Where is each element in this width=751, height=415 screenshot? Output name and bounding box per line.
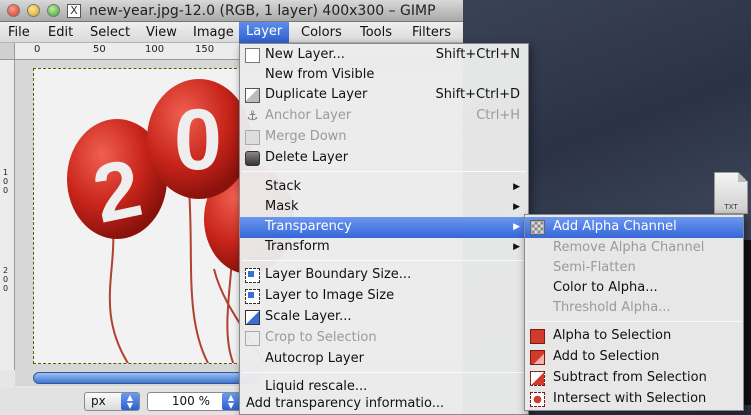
minimize-window-icon[interactable] <box>27 4 40 17</box>
ruler-tick-label: 1 0 0 <box>3 168 9 195</box>
submenu-arrow-icon: ▶ <box>513 242 520 252</box>
menu-item-subtract-from-selection[interactable]: Subtract from Selection <box>525 368 743 389</box>
menu-item-remove-alpha-channel: Remove Alpha Channel <box>553 240 705 255</box>
submenu-arrow-icon: ▶ <box>513 182 520 192</box>
menu-item-semi-flatten: Semi-Flatten <box>553 260 636 275</box>
menu-image[interactable]: Image <box>192 24 235 42</box>
unit-dropdown-icon[interactable]: ▲ ▼ <box>121 393 139 410</box>
scrollbar-thumb[interactable] <box>33 372 258 384</box>
menubar: File Edit Select View Image Layer Colors… <box>0 22 463 43</box>
menu-item-anchor-layer: ⚓ Anchor Layer Ctrl+H <box>246 108 520 124</box>
merge-down-icon <box>245 130 260 145</box>
balloon-digit-0: 0 <box>174 92 222 188</box>
window-titlebar[interactable]: X new-year.jpg-12.0 (RGB, 1 layer) 400x3… <box>0 0 463 22</box>
menu-item-add-to-selection[interactable]: Add to Selection <box>525 347 743 368</box>
menu-item-merge-down: Merge Down <box>240 127 528 148</box>
menu-item-new-from-visible[interactable]: New from Visible <box>240 65 528 86</box>
vertical-ruler[interactable]: 1 0 0 2 0 0 <box>0 60 15 370</box>
menu-item-scale-layer[interactable]: Scale Layer... <box>240 307 528 328</box>
menu-filters[interactable]: Filters <box>411 24 452 42</box>
x11-icon: X <box>67 4 81 18</box>
menu-item-crop-to-selection: Crop to Selection <box>240 328 528 349</box>
intersect-selection-icon <box>530 392 545 407</box>
desktop-dark-strip <box>744 240 751 405</box>
submenu-arrow-icon: ▶ <box>513 222 520 232</box>
menu-colors[interactable]: Colors <box>300 24 343 42</box>
menu-tools[interactable]: Tools <box>359 24 393 42</box>
menu-item-delete-layer[interactable]: Delete Layer <box>240 148 528 169</box>
menu-select[interactable]: Select <box>89 24 131 42</box>
zoom-dropdown-icon[interactable]: ▲ ▼ <box>222 393 240 410</box>
menu-item-autocrop-layer[interactable]: Autocrop Layer <box>240 349 528 370</box>
menu-separator <box>242 171 526 172</box>
transparency-submenu: Add Alpha Channel Remove Alpha Channel S… <box>524 214 744 411</box>
menu-item-color-to-alpha[interactable]: Color to Alpha... <box>525 278 743 299</box>
menu-item-transparency[interactable]: Transparency ▶ <box>240 217 528 238</box>
menu-item-mask[interactable]: Mask ▶ <box>240 197 528 218</box>
layer-menu-dropdown: New Layer... Shift+Ctrl+N New from Visib… <box>239 43 529 415</box>
desktop-text-file-icon[interactable]: TXT <box>714 172 748 214</box>
ruler-tick-label: 2 0 0 <box>3 266 9 293</box>
menu-separator <box>527 321 741 322</box>
subtract-selection-icon <box>530 371 545 386</box>
crop-icon <box>245 331 260 346</box>
window-title: new-year.jpg-12.0 (RGB, 1 layer) 400x300… <box>89 3 436 19</box>
menu-item-add-alpha-channel[interactable]: Add Alpha Channel <box>525 217 743 238</box>
status-message: Add transparency informatio... <box>246 396 445 411</box>
menu-layer[interactable]: Layer <box>239 22 290 43</box>
menu-separator <box>242 260 526 261</box>
menu-item-transform[interactable]: Transform ▶ <box>240 237 528 258</box>
menu-separator <box>242 372 526 373</box>
zoom-window-icon[interactable] <box>47 4 60 17</box>
new-layer-icon <box>245 48 260 63</box>
layer-to-image-icon <box>245 289 260 304</box>
ruler-tick-label: 50 <box>93 44 106 55</box>
menu-item-intersect-with-selection[interactable]: Intersect with Selection <box>525 389 743 410</box>
trash-icon <box>245 151 260 166</box>
ruler-tick-label: 0 <box>34 44 41 55</box>
ruler-corner[interactable] <box>0 43 15 60</box>
add-to-selection-icon <box>530 350 545 365</box>
menu-item-stack[interactable]: Stack ▶ <box>240 177 528 198</box>
submenu-arrow-icon: ▶ <box>513 202 520 212</box>
menu-item-threshold-alpha: Threshold Alpha... <box>553 300 671 315</box>
menu-item-layer-to-image-size[interactable]: Layer to Image Size <box>240 286 528 307</box>
menu-edit[interactable]: Edit <box>47 24 74 42</box>
close-window-icon[interactable] <box>7 4 20 17</box>
zoom-select[interactable]: 100 % ▲ ▼ <box>147 392 241 411</box>
menu-view[interactable]: View <box>145 24 178 42</box>
alpha-checker-icon <box>530 220 545 235</box>
desktop-file-type-label: TXT <box>724 203 738 211</box>
menu-file[interactable]: File <box>7 24 31 42</box>
unit-value: px <box>91 394 106 408</box>
menu-item-layer-boundary-size[interactable]: Layer Boundary Size... <box>240 265 528 286</box>
unit-select[interactable]: px ▲ ▼ <box>84 392 140 411</box>
menu-item-duplicate-layer[interactable]: Duplicate Layer Shift+Ctrl+D <box>240 85 528 106</box>
layer-boundary-icon <box>245 268 260 283</box>
alpha-to-selection-icon <box>530 329 545 344</box>
zoom-value: 100 % <box>171 394 210 408</box>
menu-item-alpha-to-selection[interactable]: Alpha to Selection <box>525 326 743 347</box>
ruler-tick-label: 100 <box>145 44 165 55</box>
duplicate-icon <box>245 88 260 103</box>
menu-item-new-layer[interactable]: New Layer... Shift+Ctrl+N <box>240 45 528 66</box>
scale-layer-icon <box>245 310 260 325</box>
anchor-icon: ⚓ <box>246 109 259 124</box>
ruler-tick-label: 150 <box>195 44 215 55</box>
